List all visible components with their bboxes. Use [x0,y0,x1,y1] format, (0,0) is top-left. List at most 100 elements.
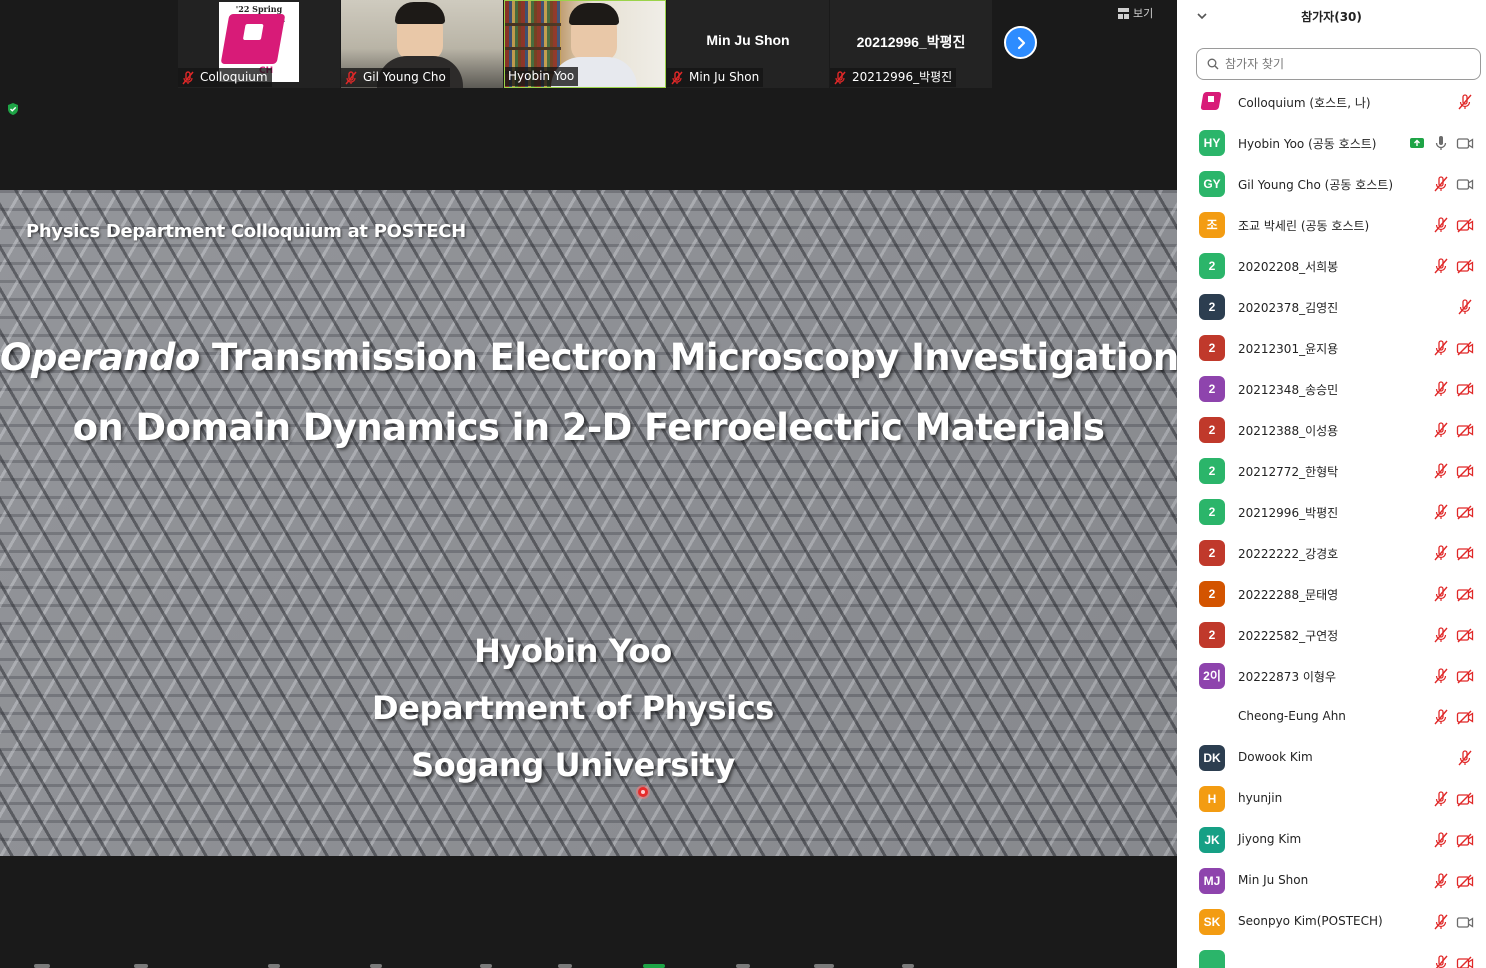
video-tile-min-ju-shon[interactable]: Min Ju Shon Min Ju Shon [667,0,829,88]
toolbar-participants-icon[interactable] [370,964,382,968]
video-off-icon[interactable] [1456,544,1474,562]
avatar: JK [1199,827,1225,853]
mic-muted-icon[interactable] [1432,667,1450,685]
encryption-shield-icon[interactable] [6,102,20,116]
participant-row[interactable]: 2 20212996_박평진 [1177,491,1486,532]
participant-row[interactable]: 조 조교 박세린 (공동 호스트) [1177,204,1486,245]
participant-row[interactable]: 2 20212301_윤지용 [1177,327,1486,368]
video-off-icon[interactable] [1456,462,1474,480]
toolbar-share-icon[interactable] [558,964,572,968]
video-tile-hyobin-yoo[interactable]: Hyobin Yoo [504,0,666,88]
video-off-icon[interactable] [1456,954,1474,968]
participant-row[interactable]: 2 20222582_구연정 [1177,614,1486,655]
mic-muted-icon[interactable] [1432,913,1450,931]
toolbar-security-icon[interactable] [268,964,280,968]
participant-row[interactable]: 2이 20222873 이형우 [1177,655,1486,696]
participant-row[interactable]: GY Gil Young Cho (공동 호스트) [1177,163,1486,204]
video-off-icon[interactable] [1456,831,1474,849]
video-off-icon[interactable] [1456,708,1474,726]
mic-muted-icon[interactable] [1432,380,1450,398]
next-page-button[interactable] [1004,26,1037,59]
mic-muted-icon[interactable] [1432,503,1450,521]
slide-university: Sogang University [411,746,735,784]
panel-header: 참가자(30) [1177,0,1486,34]
tile-display-name: Min Ju Shon [706,32,790,48]
toolbar-mute-icon[interactable] [34,964,50,968]
slide-department: Department of Physics [372,689,774,727]
toolbar-more-icon[interactable] [902,964,914,968]
participant-row[interactable]: SK Seonpyo Kim(POSTECH) [1177,901,1486,942]
video-tile-20212996[interactable]: 20212996_박평진 20212996_박평진 [830,0,992,88]
video-camera-icon[interactable] [1456,175,1474,193]
participant-row[interactable]: 2 20212348_송승민 [1177,368,1486,409]
participant-row[interactable]: DK Dowook Kim [1177,737,1486,778]
participant-video [395,2,445,60]
search-input[interactable] [1225,57,1465,71]
toolbar-share-screen-icon[interactable] [643,964,665,968]
participant-row[interactable]: JK Jiyong Kim [1177,819,1486,860]
participant-row[interactable]: HY Hyobin Yoo (공동 호스트) [1177,122,1486,163]
view-button[interactable]: 보기 [1118,4,1153,22]
grid-icon [1118,7,1129,19]
mic-muted-icon[interactable] [1432,216,1450,234]
laser-pointer [638,787,648,797]
video-off-icon[interactable] [1456,626,1474,644]
mic-muted-icon[interactable] [1432,339,1450,357]
mic-muted-icon[interactable] [1456,298,1474,316]
mic-muted-icon[interactable] [1432,790,1450,808]
avatar: DK [1199,745,1225,771]
avatar [1199,704,1225,730]
participant-row[interactable]: 2 20202208_서희봉 [1177,245,1486,286]
mic-muted-icon[interactable] [1432,462,1450,480]
participant-row[interactable]: 2 20212772_한형탁 [1177,450,1486,491]
participant-row[interactable]: Cheong-Eung Ahn [1177,696,1486,737]
mic-muted-icon[interactable] [1432,421,1450,439]
participant-name: Cheong-Eung Ahn [1238,709,1346,723]
video-tile-gil-young-cho[interactable]: Gil Young Cho [341,0,503,88]
avatar: 조 [1199,212,1225,238]
video-camera-icon[interactable] [1456,913,1474,931]
participant-row[interactable]: 2 20222222_강경호 [1177,532,1486,573]
mic-muted-icon[interactable] [1456,93,1474,111]
mic-muted-icon[interactable] [1432,831,1450,849]
mic-muted-icon[interactable] [1456,749,1474,767]
toolbar-record-icon[interactable] [736,964,750,968]
avatar: 2 [1199,253,1225,279]
participant-row[interactable]: Hhyunjin [1177,778,1486,819]
mic-muted-icon[interactable] [1432,954,1450,968]
video-off-icon[interactable] [1456,872,1474,890]
participant-row[interactable]: 2 20212388_이성용 [1177,409,1486,450]
video-off-icon[interactable] [1456,380,1474,398]
video-off-icon[interactable] [1456,339,1474,357]
toolbar-reactions-icon[interactable] [814,964,834,968]
participant-row[interactable]: 2 20202378_김영진 [1177,286,1486,327]
video-off-icon[interactable] [1456,257,1474,275]
mic-muted-icon[interactable] [1432,872,1450,890]
search-icon [1207,58,1219,70]
participant-row[interactable]: 2 20222288_문태영 [1177,573,1486,614]
video-tile-colloquium[interactable]: '22 Spring Colloquium CH Colloquium [178,0,340,88]
participant-name: 20212348_송승민 [1238,383,1339,397]
video-camera-icon[interactable] [1456,134,1474,152]
video-off-icon[interactable] [1456,667,1474,685]
participant-row[interactable]: Colloquium (호스트, 나) [1177,81,1486,122]
video-off-icon[interactable] [1456,585,1474,603]
video-off-icon[interactable] [1456,790,1474,808]
participant-row[interactable] [1177,942,1486,968]
toolbar-video-icon[interactable] [134,964,148,968]
video-off-icon[interactable] [1456,421,1474,439]
toolbar-chat-icon[interactable] [480,964,492,968]
participant-row[interactable]: MJ Min Ju Shon [1177,860,1486,901]
mic-muted-icon[interactable] [1432,257,1450,275]
avatar [1199,950,1225,968]
video-off-icon[interactable] [1456,503,1474,521]
mic-icon[interactable] [1432,134,1450,152]
participant-search[interactable] [1196,48,1481,80]
tile-name: Colloquium [200,70,268,84]
mic-muted-icon[interactable] [1432,175,1450,193]
mic-muted-icon[interactable] [1432,708,1450,726]
mic-muted-icon[interactable] [1432,585,1450,603]
video-off-icon[interactable] [1456,216,1474,234]
mic-muted-icon[interactable] [1432,626,1450,644]
mic-muted-icon[interactable] [1432,544,1450,562]
